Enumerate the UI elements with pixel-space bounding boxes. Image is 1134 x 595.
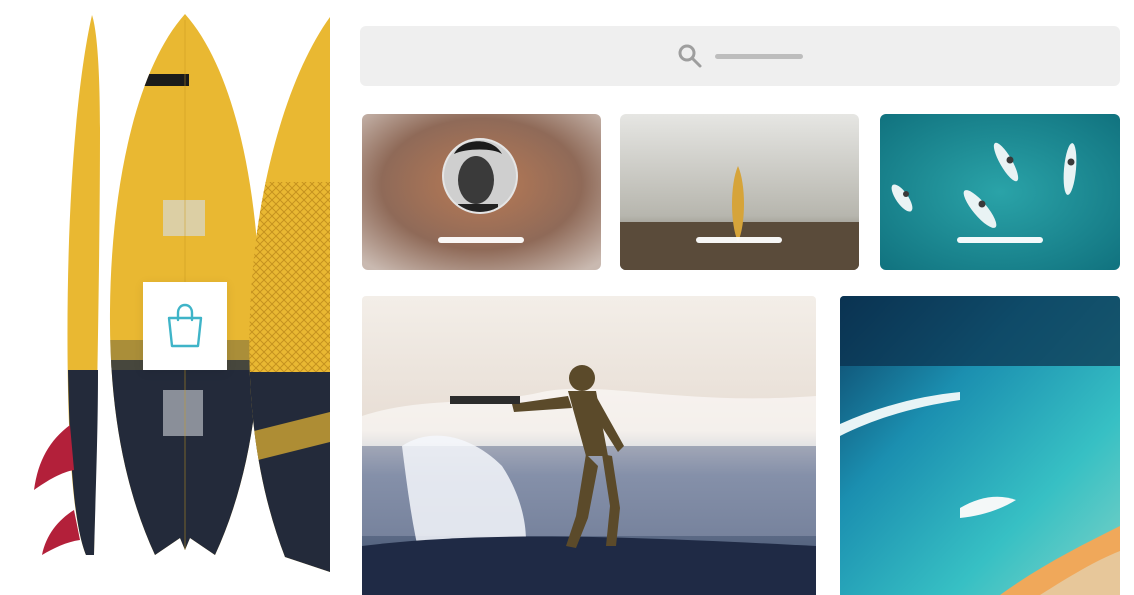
product-stage	[0, 0, 330, 595]
search-icon	[678, 44, 702, 68]
gallery-tile-surfer-wave[interactable]	[362, 296, 816, 595]
surfboard-on-beach-image	[620, 114, 859, 270]
gallery-tile-beach-board[interactable]	[620, 114, 859, 270]
portrait-avatar-image	[362, 114, 601, 270]
gallery-tile-profile[interactable]	[362, 114, 601, 270]
search-bar[interactable]	[360, 26, 1120, 86]
aerial-surfers-image	[880, 114, 1120, 270]
surfer-on-wave-image	[362, 296, 816, 595]
tile-caption-bar	[957, 237, 1043, 243]
surfboard-side-image	[34, 15, 100, 555]
add-to-bag-button[interactable]	[143, 282, 227, 370]
aerial-ocean-image	[840, 296, 1120, 595]
search-input-placeholder-line	[715, 53, 803, 59]
shopping-bag-icon	[167, 303, 203, 348]
gallery-tile-ocean-aerial[interactable]	[840, 296, 1120, 595]
tile-caption-bar	[696, 237, 782, 243]
surfboard-back-image	[249, 17, 330, 572]
gallery-tile-aerial-surfers[interactable]	[880, 114, 1120, 270]
tile-caption-bar	[438, 237, 524, 243]
